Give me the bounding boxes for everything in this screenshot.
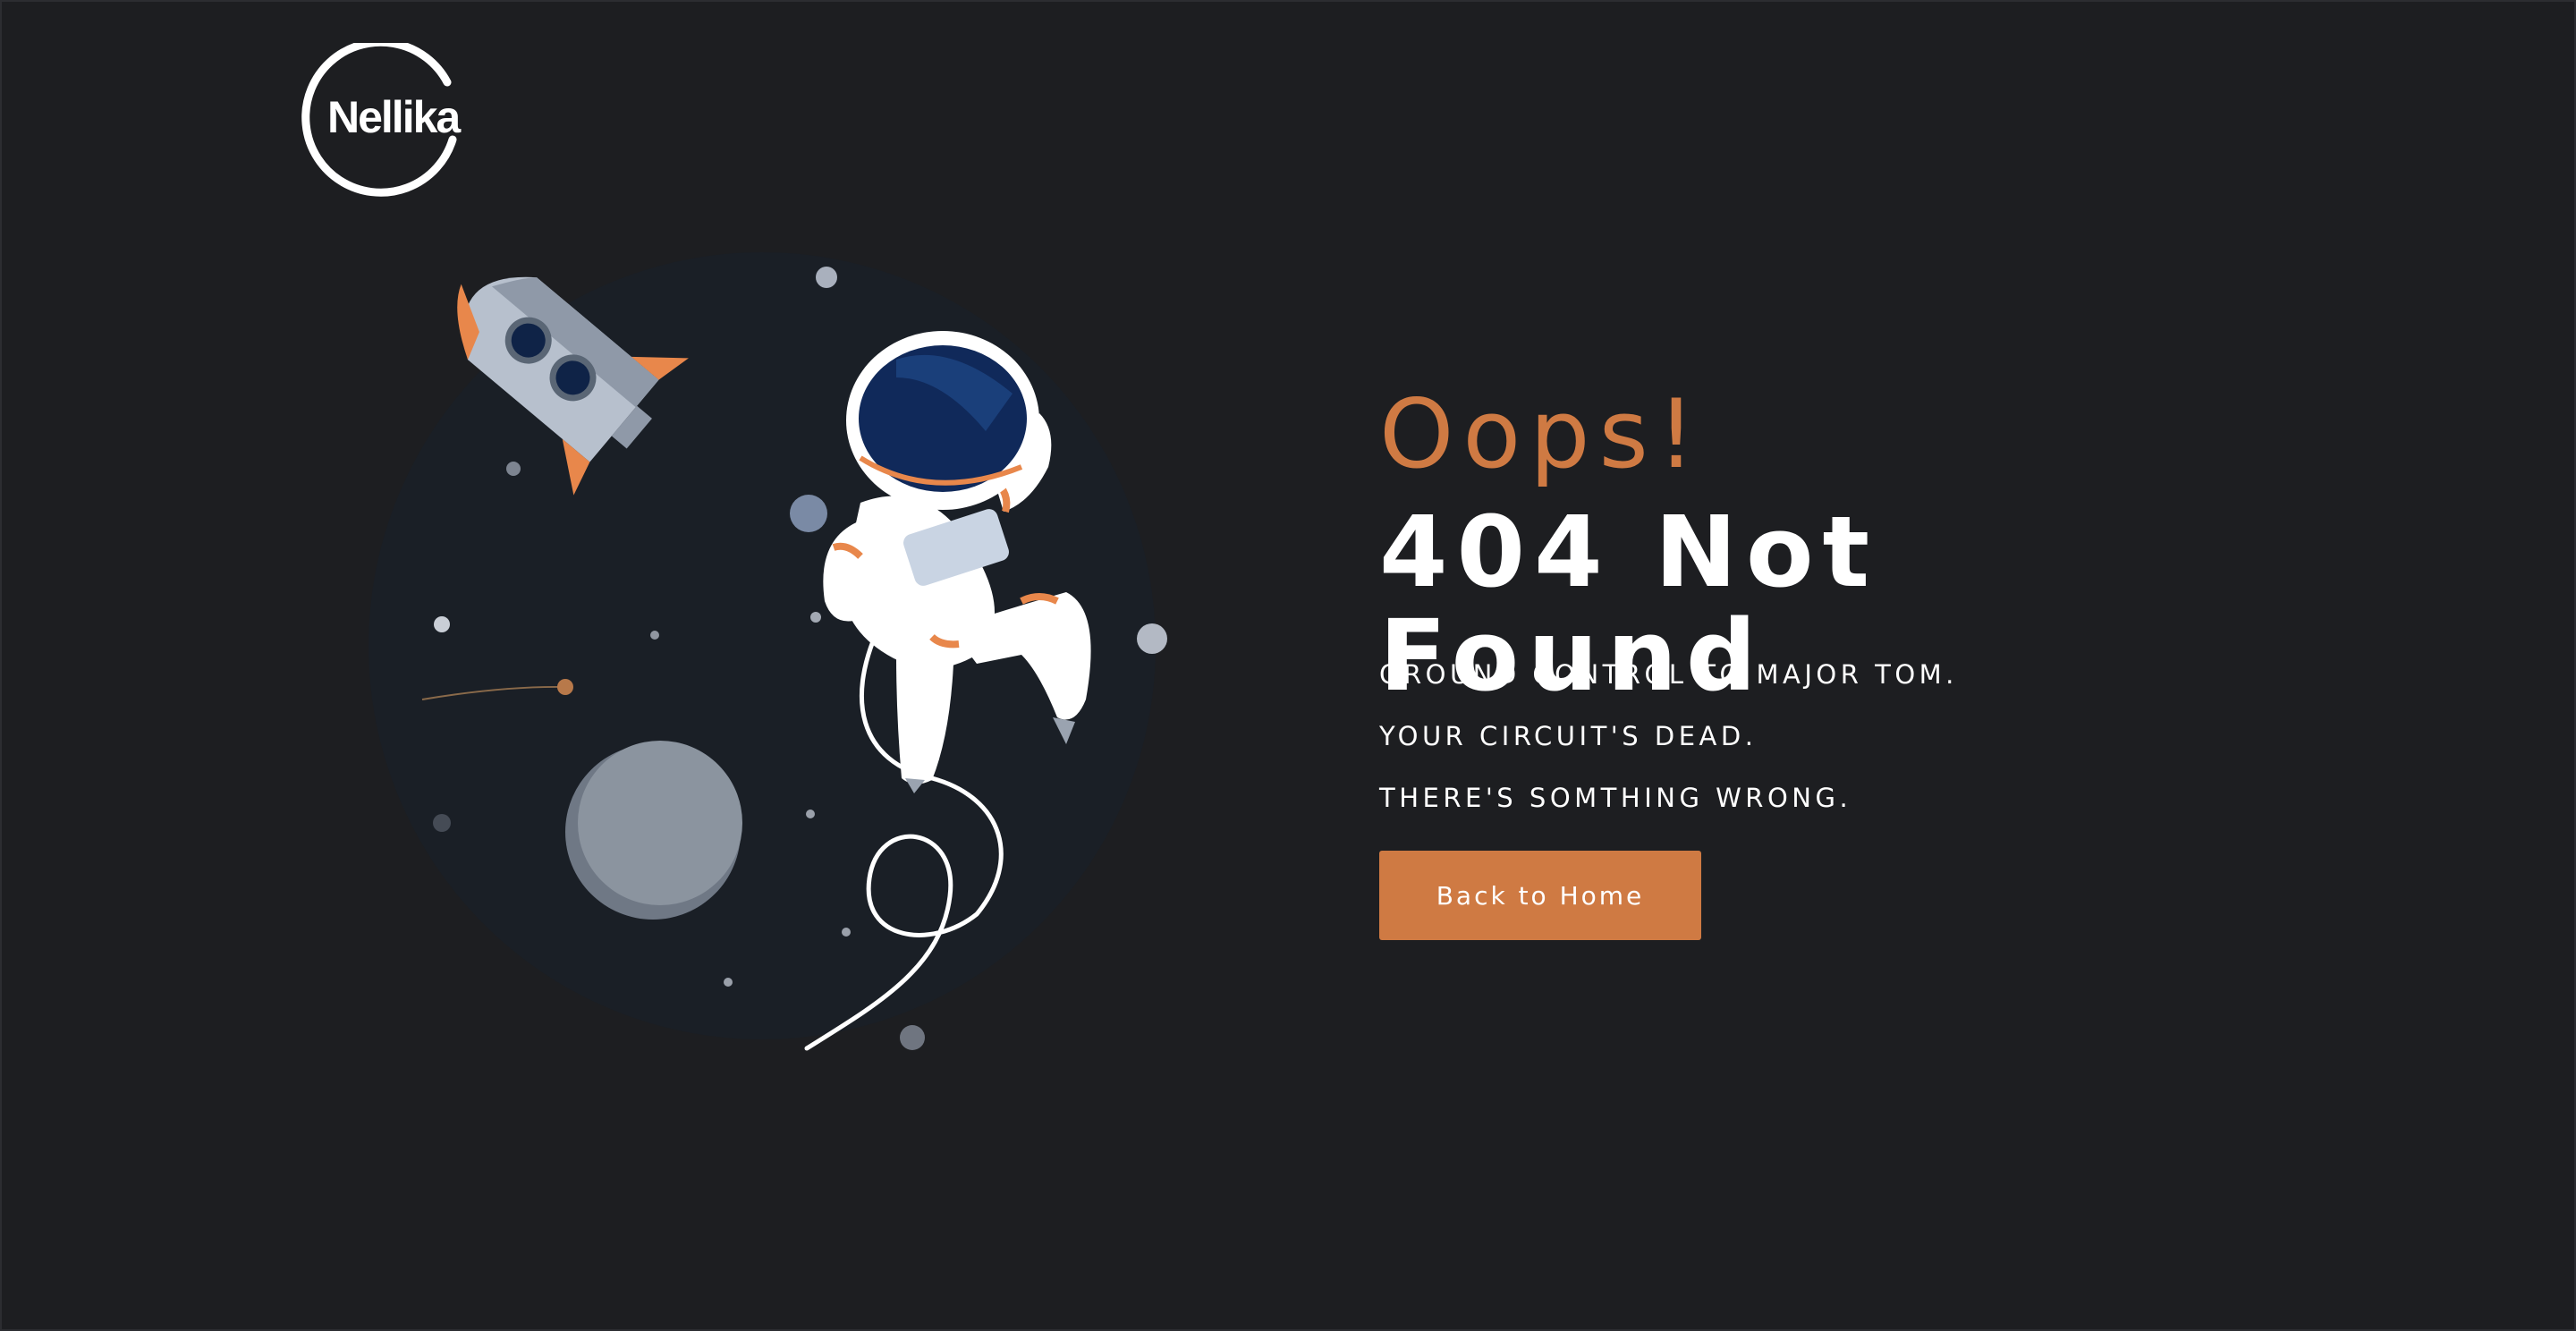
error-message-line-3: THERE'S SOMTHING WRONG.: [1379, 783, 1852, 813]
back-to-home-button[interactable]: Back to Home: [1379, 851, 1701, 940]
lost-astronaut-illustration: [360, 234, 1200, 1075]
error-exclamation: Oops!: [1379, 379, 1705, 489]
brand-logo[interactable]: Nellika: [295, 43, 462, 209]
error-message-line-1: GROUND CONTROL TO MAJOR TOM.: [1379, 659, 1958, 690]
error-page: Nellika Oops! 404 Not Found GROUND CONTR…: [0, 0, 2576, 1331]
error-title: 404 Not Found: [1379, 495, 1879, 713]
brand-name: Nellika: [327, 92, 461, 142]
error-content: Oops! 404 Not Found GROUND CONTROL TO MA…: [1379, 385, 2274, 940]
error-message-line-2: YOUR CIRCUIT'S DEAD.: [1379, 721, 1758, 751]
